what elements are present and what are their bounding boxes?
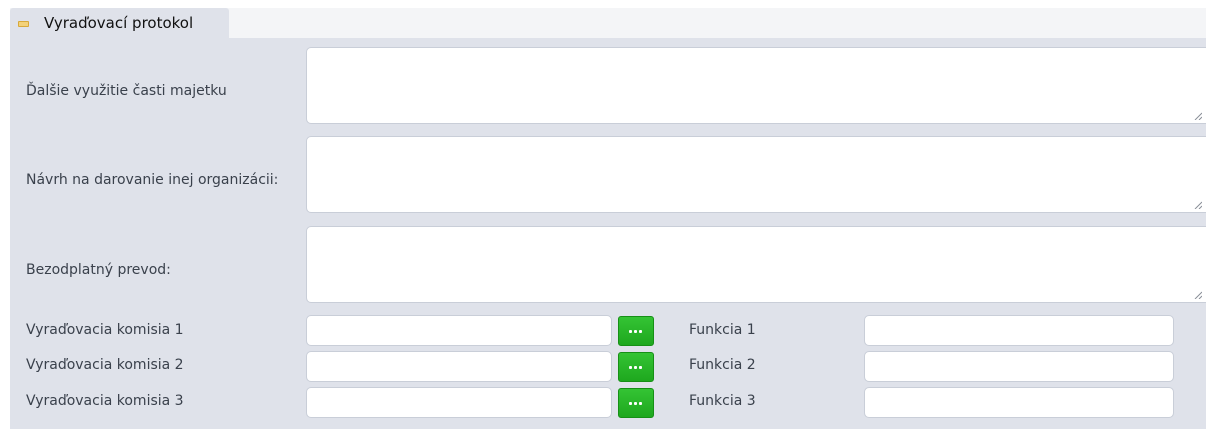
navrh-darovanie-textarea[interactable]: [306, 136, 1206, 213]
funkcia-2-label: Funkcia 2: [689, 357, 756, 373]
bezodplatny-prevod-label: Bezodplatný prevod:: [26, 262, 171, 278]
minus-icon[interactable]: [18, 21, 29, 27]
dalsie-vyuzitie-label: Ďalšie využitie časti majetku: [26, 83, 227, 99]
funkcia-1-label: Funkcia 1: [689, 322, 756, 338]
komisia-2-label: Vyraďovacia komisia 2: [26, 357, 184, 373]
komisia-3-input[interactable]: [306, 387, 612, 418]
section-tab[interactable]: Vyraďovací protokol: [10, 8, 229, 38]
resize-grip-icon[interactable]: [1194, 291, 1202, 299]
funkcia-2-input[interactable]: [864, 351, 1174, 382]
funkcia-3-input[interactable]: [864, 387, 1174, 418]
bezodplatny-prevod-textarea[interactable]: [306, 226, 1206, 303]
komisia-1-input[interactable]: [306, 315, 612, 346]
komisia-3-picker-button[interactable]: [618, 388, 654, 418]
ellipsis-icon: [629, 366, 643, 369]
komisia-1-label: Vyraďovacia komisia 1: [26, 322, 184, 338]
resize-grip-icon[interactable]: [1194, 201, 1202, 209]
dalsie-vyuzitie-textarea[interactable]: [306, 47, 1206, 124]
funkcia-1-input[interactable]: [864, 315, 1174, 346]
navrh-darovanie-label: Návrh na darovanie inej organizácii:: [26, 172, 279, 188]
komisia-1-picker-button[interactable]: [618, 316, 654, 346]
funkcia-3-label: Funkcia 3: [689, 393, 756, 409]
komisia-2-input[interactable]: [306, 351, 612, 382]
ellipsis-icon: [629, 402, 643, 405]
komisia-3-label: Vyraďovacia komisia 3: [26, 393, 184, 409]
ellipsis-icon: [629, 330, 643, 333]
section-title: Vyraďovací protokol: [44, 14, 194, 32]
resize-grip-icon[interactable]: [1194, 112, 1202, 120]
komisia-2-picker-button[interactable]: [618, 352, 654, 382]
